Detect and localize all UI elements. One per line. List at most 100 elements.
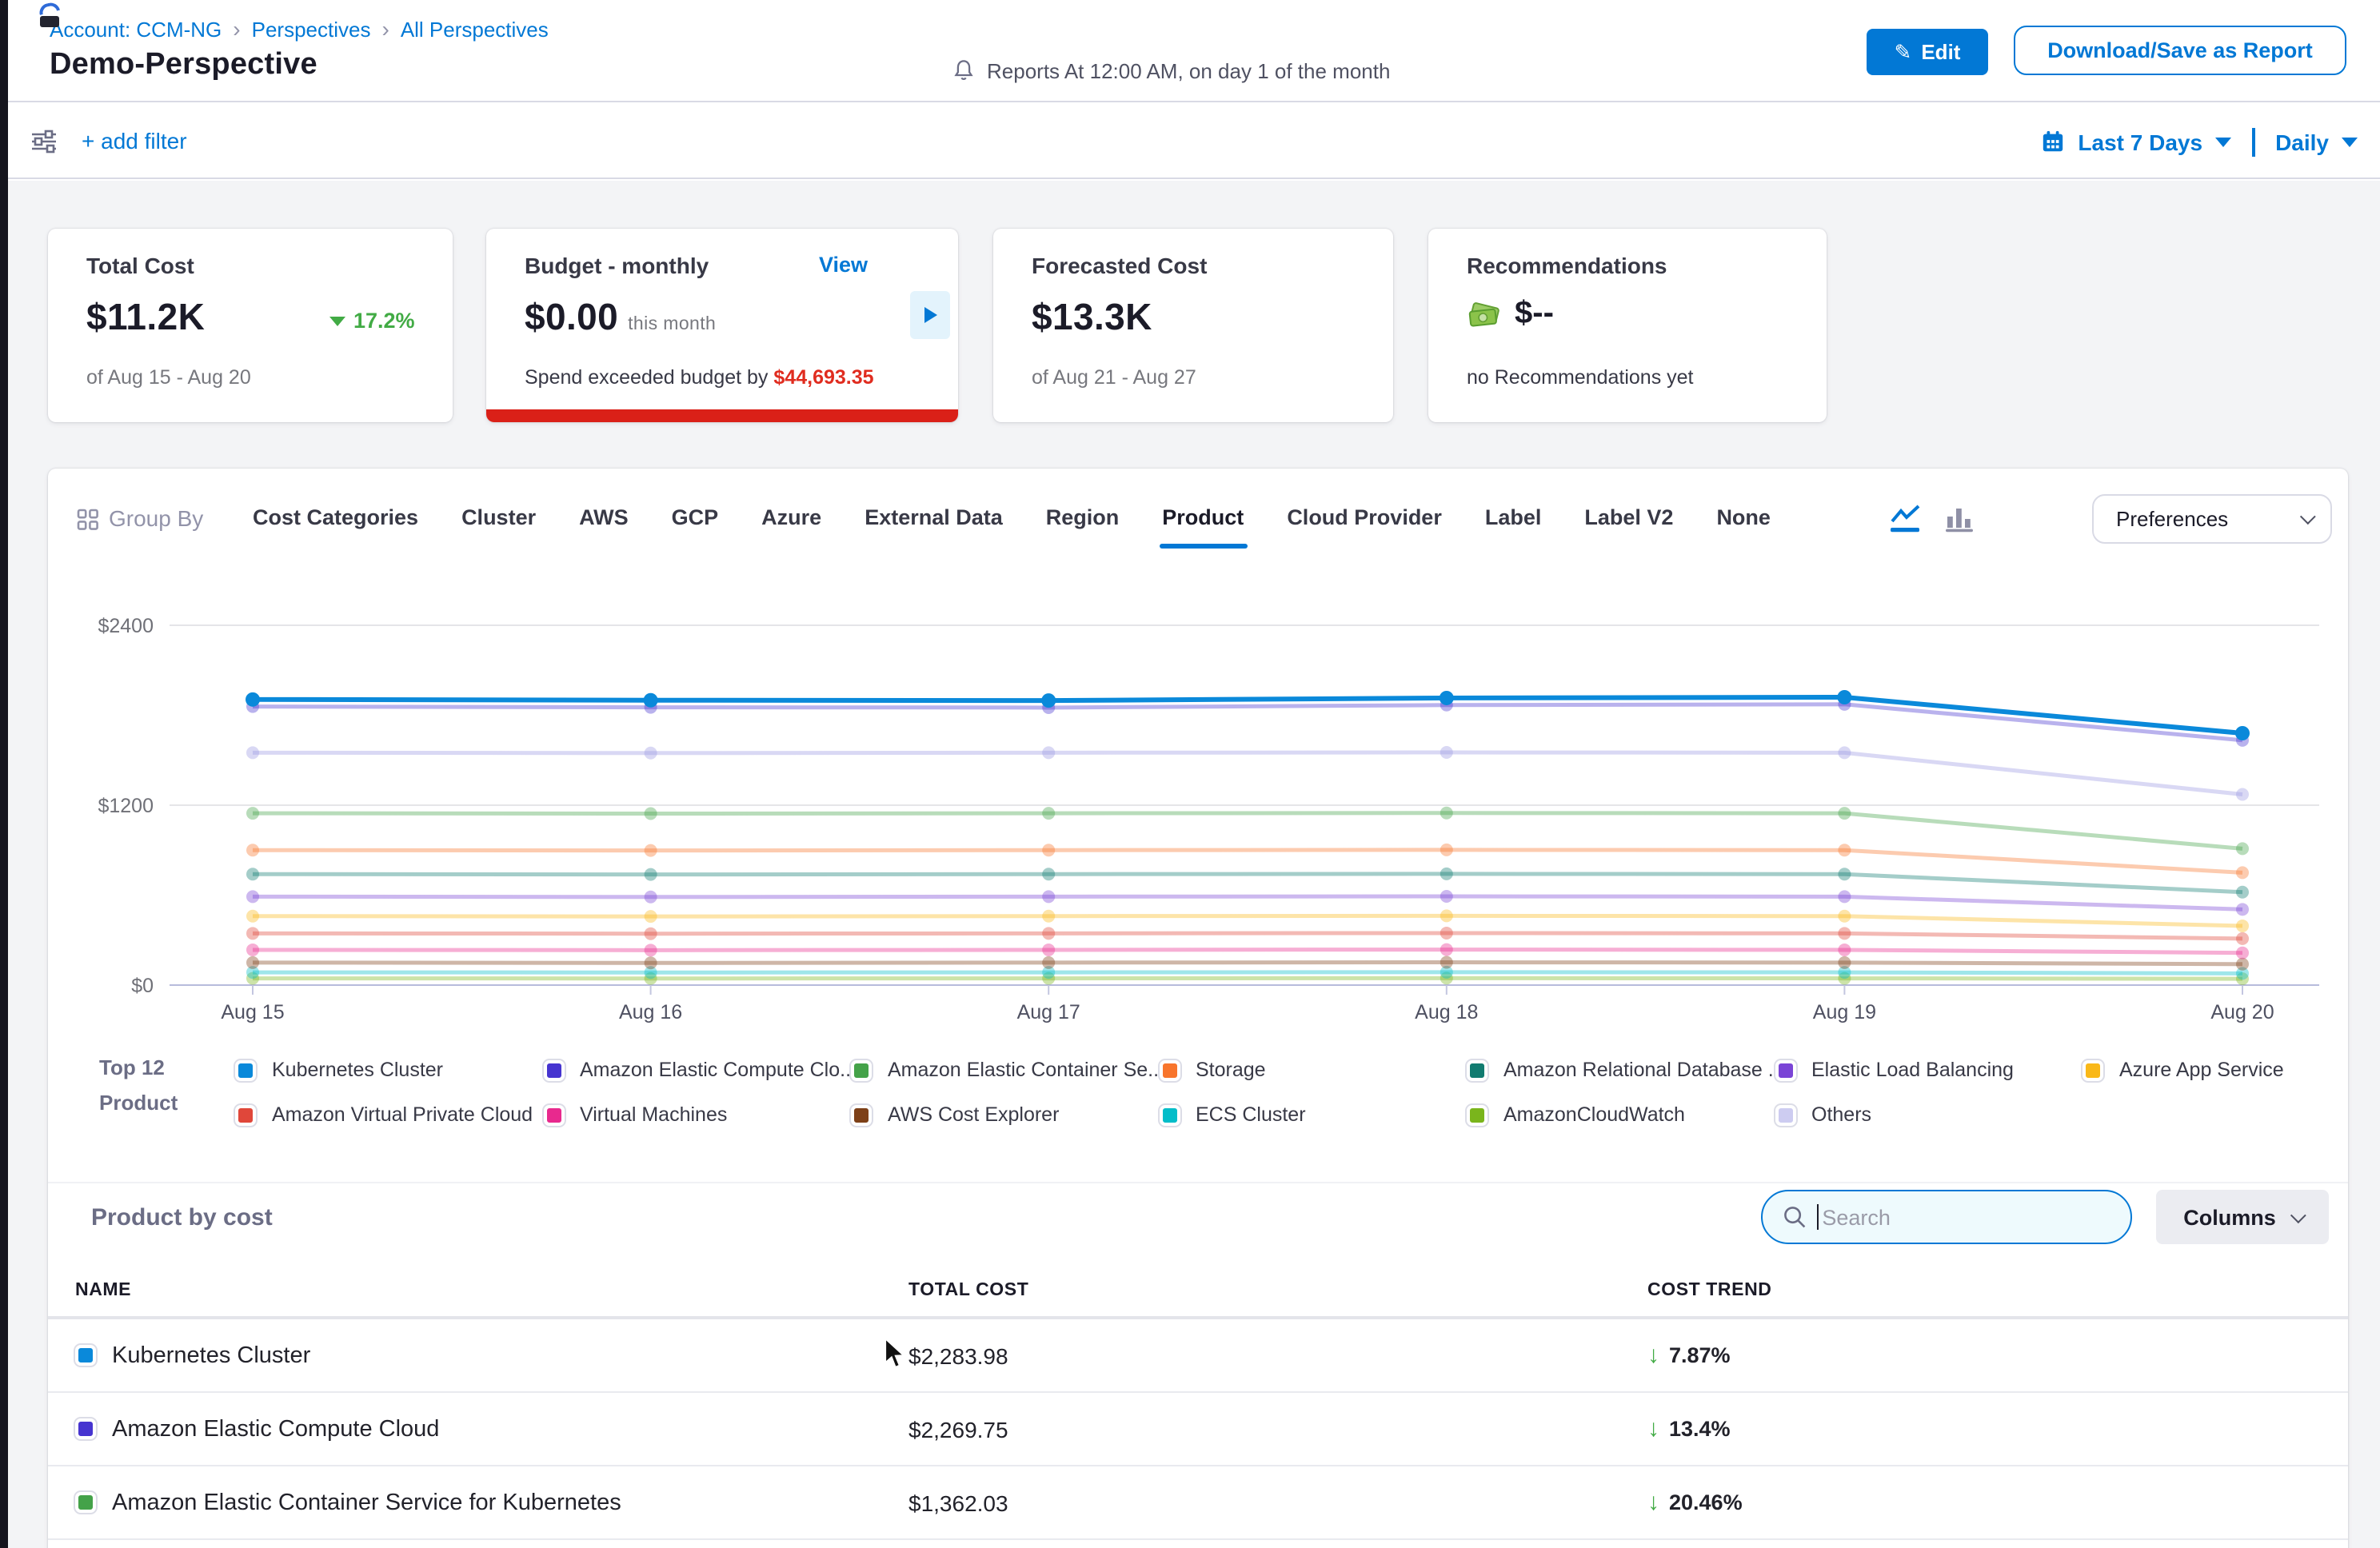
legend-title-line2: Product bbox=[99, 1086, 178, 1121]
chevron-down-icon[interactable] bbox=[2342, 137, 2358, 146]
table-search[interactable] bbox=[1761, 1190, 2132, 1244]
legend-label: Azure App Service bbox=[2119, 1059, 2284, 1081]
tab-label[interactable]: Label bbox=[1485, 505, 1542, 529]
recommendations-title: Recommendations bbox=[1467, 253, 1667, 278]
line-chart-icon[interactable] bbox=[1887, 504, 1923, 534]
chart-point bbox=[1042, 956, 1055, 969]
page-header: Account: CCM-NG › Perspectives › All Per… bbox=[8, 0, 2380, 102]
content-area: Total Cost $11.2K 17.2% of Aug 15 - Aug … bbox=[8, 181, 2380, 1548]
tab-gcp[interactable]: GCP bbox=[672, 505, 719, 529]
legend-item-amazoncloudwatch[interactable]: AmazonCloudWatch bbox=[1467, 1103, 1775, 1126]
breadcrumb-account[interactable]: Account: CCM-NG bbox=[50, 17, 222, 41]
tab-product[interactable]: Product bbox=[1162, 505, 1244, 529]
table-row-kubernetes-cluster[interactable]: Kubernetes Cluster$2,283.98↓7.87% bbox=[48, 1319, 2348, 1393]
legend-item-aws-cost-explorer[interactable]: AWS Cost Explorer bbox=[851, 1103, 1159, 1126]
chart-series-amazoncloudwatch bbox=[253, 978, 2242, 979]
chart-point bbox=[1837, 690, 1851, 704]
download-save-report-button[interactable]: Download/Save as Report bbox=[2014, 26, 2346, 75]
legend-item-virtual-machines[interactable]: Virtual Machines bbox=[543, 1103, 851, 1126]
chart-point bbox=[246, 746, 259, 759]
breadcrumb-perspectives[interactable]: Perspectives bbox=[252, 17, 371, 41]
row-swatch bbox=[75, 1492, 96, 1513]
column-header-total-cost[interactable]: TOTAL COST bbox=[908, 1281, 1647, 1300]
column-header-cost-trend[interactable]: COST TREND bbox=[1647, 1281, 2348, 1300]
chart-point bbox=[1042, 944, 1055, 956]
edit-button[interactable]: ✎ Edit bbox=[1867, 29, 1988, 75]
legend-item-azure-app-service[interactable]: Azure App Service bbox=[2082, 1059, 2380, 1081]
budget-amount: $0.00this month bbox=[525, 296, 716, 339]
legend-item-amazon-elastic-container-se[interactable]: Amazon Elastic Container Se... bbox=[851, 1059, 1159, 1081]
granularity-picker[interactable]: Daily bbox=[2275, 129, 2329, 154]
chart-point bbox=[1041, 693, 1056, 708]
budget-view-link[interactable]: View bbox=[819, 253, 868, 277]
bar-chart-icon[interactable] bbox=[1943, 504, 1975, 534]
chart-point bbox=[644, 693, 658, 708]
budget-expand-button[interactable] bbox=[910, 291, 950, 339]
reports-schedule-note: Reports At 12:00 AM, on day 1 of the mon… bbox=[952, 58, 1390, 83]
preferences-label: Preferences bbox=[2116, 507, 2228, 531]
tab-none[interactable]: None bbox=[1716, 505, 1771, 529]
breadcrumb-separator-icon: › bbox=[381, 16, 389, 42]
tab-aws[interactable]: AWS bbox=[579, 505, 629, 529]
tab-region[interactable]: Region bbox=[1046, 505, 1120, 529]
table-row-amazon-elastic-container-service-for-kubernetes[interactable]: Amazon Elastic Container Service for Kub… bbox=[48, 1466, 2348, 1540]
breadcrumb: Account: CCM-NG › Perspectives › All Per… bbox=[50, 16, 549, 42]
tab-cost-categories[interactable]: Cost Categories bbox=[253, 505, 418, 529]
row-name: Kubernetes Cluster bbox=[112, 1343, 310, 1368]
row-total-cost: $1,362.03 bbox=[908, 1490, 1647, 1515]
chart-point bbox=[645, 844, 657, 857]
chart-point bbox=[1042, 927, 1055, 940]
collapsed-sidenav[interactable] bbox=[0, 0, 8, 1548]
table-row-amazon-elastic-compute-cloud[interactable]: Amazon Elastic Compute Cloud$2,269.75↓13… bbox=[48, 1393, 2348, 1466]
legend-item-elastic-load-balancing[interactable]: Elastic Load Balancing bbox=[1775, 1059, 2082, 1081]
legend-label: Amazon Virtual Private Cloud bbox=[272, 1103, 533, 1126]
columns-button[interactable]: Columns bbox=[2156, 1190, 2329, 1244]
chart-point bbox=[246, 807, 259, 820]
breadcrumb-separator-icon: › bbox=[233, 16, 240, 42]
search-input[interactable] bbox=[1822, 1205, 2094, 1229]
budget-amount-value: $0.00 bbox=[525, 296, 618, 337]
row-name: Amazon Elastic Compute Cloud bbox=[112, 1416, 439, 1442]
chart-point bbox=[1838, 944, 1851, 956]
trend-down-icon: ↓ bbox=[1647, 1342, 1659, 1369]
download-button-label: Download/Save as Report bbox=[2047, 38, 2313, 62]
legend-item-amazon-virtual-private-cloud[interactable]: Amazon Virtual Private Cloud bbox=[235, 1103, 543, 1126]
chevron-down-icon[interactable] bbox=[2215, 137, 2231, 146]
forecasted-period: of Aug 21 - Aug 27 bbox=[1032, 366, 1196, 389]
breadcrumb-all-perspectives[interactable]: All Perspectives bbox=[401, 17, 549, 41]
chart-series-amazon-virtual-private-cloud bbox=[253, 933, 2242, 939]
tab-cloud-provider[interactable]: Cloud Provider bbox=[1287, 505, 1442, 529]
budget-exceeded-text: Spend exceeded budget by $44,693.35 bbox=[525, 366, 874, 389]
row-total-cost: $2,269.75 bbox=[908, 1416, 1647, 1442]
legend-swatch bbox=[1775, 1104, 1795, 1125]
chart-point bbox=[1838, 910, 1851, 923]
chart-point bbox=[2236, 932, 2249, 945]
chart-point bbox=[246, 868, 259, 880]
column-header-name[interactable]: NAME bbox=[75, 1281, 908, 1300]
chart-point bbox=[1440, 868, 1453, 880]
chevron-down-icon bbox=[2290, 1207, 2306, 1223]
legend-swatch bbox=[1159, 1059, 1180, 1080]
legend-swatch bbox=[1467, 1059, 1488, 1080]
legend-item-amazon-relational-database[interactable]: Amazon Relational Database ... bbox=[1467, 1059, 1775, 1081]
add-filter-button[interactable]: + add filter bbox=[82, 128, 187, 154]
tab-label-v2[interactable]: Label V2 bbox=[1584, 505, 1673, 529]
group-by-row: Group By Cost Categories Cluster AWS GCP Azu… bbox=[48, 494, 2348, 549]
row-name: Amazon Elastic Container Service for Kub… bbox=[112, 1490, 621, 1515]
legend-item-storage[interactable]: Storage bbox=[1159, 1059, 1467, 1081]
chart-point bbox=[1440, 927, 1453, 940]
group-by-label: Group By bbox=[109, 505, 203, 531]
date-range-picker[interactable]: Last 7 Days bbox=[2078, 129, 2202, 154]
tab-azure[interactable]: Azure bbox=[761, 505, 821, 529]
filter-sliders-icon[interactable] bbox=[30, 128, 58, 163]
chart-point bbox=[1042, 807, 1055, 820]
legend-item-kubernetes-cluster[interactable]: Kubernetes Cluster bbox=[235, 1059, 543, 1081]
legend-item-others[interactable]: Others bbox=[1775, 1103, 2082, 1126]
tab-cluster[interactable]: Cluster bbox=[461, 505, 536, 529]
perspective-main-card: Group By Cost Categories Cluster AWS GCP Azu… bbox=[48, 469, 2348, 1548]
total-cost-card: Total Cost $11.2K 17.2% of Aug 15 - Aug … bbox=[48, 229, 453, 422]
tab-external-data[interactable]: External Data bbox=[865, 505, 1003, 529]
legend-item-ecs-cluster[interactable]: ECS Cluster bbox=[1159, 1103, 1467, 1126]
legend-item-amazon-elastic-compute-clo[interactable]: Amazon Elastic Compute Clo... bbox=[543, 1059, 851, 1081]
preferences-dropdown[interactable]: Preferences bbox=[2092, 494, 2332, 544]
